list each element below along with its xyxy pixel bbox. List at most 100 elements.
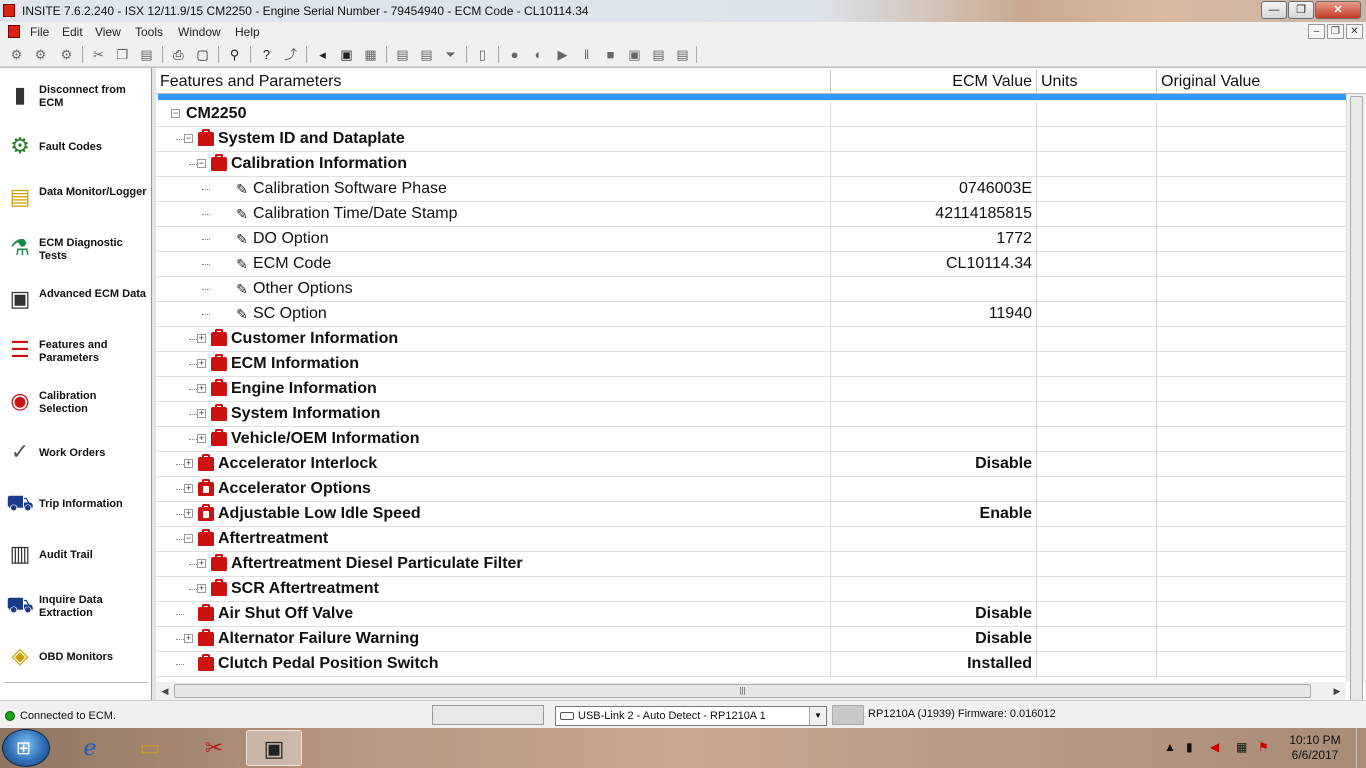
- ecm-value-cell[interactable]: [831, 127, 1037, 152]
- chevron-down-icon[interactable]: ▼: [809, 707, 826, 725]
- expand-icon[interactable]: +: [197, 584, 206, 593]
- sidebar-item-work-orders[interactable]: ✓ Work Orders: [0, 433, 150, 477]
- ecm-value-cell[interactable]: [831, 577, 1037, 602]
- print-icon[interactable]: ⎙: [170, 46, 187, 63]
- network-icon[interactable]: ▦: [1236, 740, 1247, 754]
- table-row[interactable]: + Aftertreatment Diesel Particulate Filte…: [156, 552, 1346, 577]
- ecm-value-cell[interactable]: 0746003E: [831, 177, 1037, 202]
- adapter-select[interactable]: USB-Link 2 - Auto Detect - RP1210A 1 ▼: [555, 706, 827, 726]
- ecm-value-cell[interactable]: Installed: [831, 652, 1037, 677]
- vertical-scroll-thumb[interactable]: [1350, 96, 1363, 706]
- table-row[interactable]: + SCR Aftertreatment: [156, 577, 1346, 602]
- save-to-ecm-icon[interactable]: ▣: [338, 46, 355, 63]
- document-icon[interactable]: [8, 25, 20, 38]
- snapshot-icon[interactable]: ◐: [530, 46, 547, 63]
- insite-icon[interactable]: ▣: [246, 730, 302, 766]
- show-desktop-button[interactable]: [1356, 728, 1366, 768]
- image-icon[interactable]: ▦: [362, 46, 379, 63]
- ecm-value-cell[interactable]: [831, 427, 1037, 452]
- collapse-icon[interactable]: −: [171, 109, 180, 118]
- ecm-value-cell[interactable]: Disable: [831, 602, 1037, 627]
- column-header-original-value[interactable]: Original Value: [1157, 70, 1346, 94]
- ecm-value-cell[interactable]: [831, 102, 1037, 127]
- ecm-value-cell[interactable]: Disable: [831, 627, 1037, 652]
- expand-icon[interactable]: +: [184, 634, 193, 643]
- new-document-icon[interactable]: ▯: [474, 46, 491, 63]
- disconnect-tool-icon[interactable]: ⚙: [58, 46, 75, 63]
- ecm-value-cell[interactable]: [831, 152, 1037, 177]
- action-center-icon[interactable]: ⚑: [1258, 740, 1269, 754]
- table-row[interactable]: − System ID and Dataplate: [156, 127, 1346, 152]
- minimize-button[interactable]: —: [1261, 1, 1287, 19]
- scroll-right-icon[interactable]: ▶: [1330, 684, 1344, 698]
- expand-icon[interactable]: +: [184, 459, 193, 468]
- table-row[interactable]: + Customer Information: [156, 327, 1346, 352]
- internet-explorer-icon[interactable]: ℯ: [62, 730, 118, 766]
- horizontal-scrollbar[interactable]: ◀ ||| ▶: [156, 682, 1346, 700]
- ecm-value-cell[interactable]: [831, 277, 1037, 302]
- horizontal-scroll-thumb[interactable]: |||: [174, 684, 1311, 698]
- ecm-value-cell[interactable]: [831, 477, 1037, 502]
- sidebar-item-audit-trail[interactable]: ▥ Audit Trail: [0, 535, 150, 579]
- table-row[interactable]: ✎ DO Option 1772: [156, 227, 1346, 252]
- collapse-icon[interactable]: −: [197, 159, 206, 168]
- sidebar-item-fault-codes[interactable]: ⚙ Fault Codes: [0, 127, 150, 171]
- column-header-features[interactable]: Features and Parameters: [156, 70, 831, 94]
- record-data-icon[interactable]: ▣: [626, 46, 643, 63]
- mdi-restore-button[interactable]: ❐: [1327, 24, 1344, 39]
- collapse-icon[interactable]: −: [184, 534, 193, 543]
- copy-icon[interactable]: ❐: [114, 46, 131, 63]
- menu-edit[interactable]: Edit: [62, 25, 83, 39]
- ecm-value-cell[interactable]: [831, 552, 1037, 577]
- column-header-units[interactable]: Units: [1037, 70, 1157, 94]
- context-help-icon[interactable]: ⤴: [282, 46, 299, 63]
- table-row[interactable]: − Calibration Information: [156, 152, 1346, 177]
- show-hidden-icons-icon[interactable]: ▲: [1164, 740, 1176, 754]
- cut-icon[interactable]: ✂: [90, 46, 107, 63]
- ecm-value-cell[interactable]: [831, 352, 1037, 377]
- table-row[interactable]: − Aftertreatment: [156, 527, 1346, 552]
- table-row[interactable]: − CM2250: [156, 102, 1346, 127]
- sidebar-item-features-parameters[interactable]: ☰ Features and Parameters: [0, 331, 150, 375]
- expand-icon[interactable]: +: [197, 559, 206, 568]
- expand-icon[interactable]: +: [197, 434, 206, 443]
- ecm-value-cell[interactable]: 1772: [831, 227, 1037, 252]
- table-row[interactable]: Clutch Pedal Position Switch Installed: [156, 652, 1346, 677]
- ecm-value-cell[interactable]: 42114185815: [831, 202, 1037, 227]
- connect-icon[interactable]: ⚙: [8, 46, 25, 63]
- start-button[interactable]: ⊞: [2, 729, 50, 767]
- play-icon[interactable]: ▶: [554, 46, 571, 63]
- paste-icon[interactable]: ▤: [138, 46, 155, 63]
- scroll-left-icon[interactable]: ◀: [158, 684, 172, 698]
- pause-icon[interactable]: ‖: [578, 46, 595, 63]
- sidebar-item-diagnostic-tests[interactable]: ⚗ ECM Diagnostic Tests: [0, 229, 150, 273]
- expand-icon[interactable]: +: [197, 334, 206, 343]
- simulator-icon[interactable]: ⚙: [32, 46, 49, 63]
- maximize-button[interactable]: ❐: [1288, 1, 1314, 19]
- table-row[interactable]: + ECM Information: [156, 352, 1346, 377]
- ecm-value-cell[interactable]: Enable: [831, 502, 1037, 527]
- table-row[interactable]: ✎ ECM Code CL10114.34: [156, 252, 1346, 277]
- notes-icon[interactable]: ▤: [674, 46, 691, 63]
- ecm-value-cell[interactable]: CL10114.34: [831, 252, 1037, 277]
- menu-window[interactable]: Window: [178, 25, 221, 39]
- table-row[interactable]: + Accelerator Interlock Disable: [156, 452, 1346, 477]
- column-header-ecm-value[interactable]: ECM Value: [831, 70, 1037, 94]
- export-icon[interactable]: ▤: [394, 46, 411, 63]
- menu-file[interactable]: File: [30, 25, 49, 39]
- expand-icon[interactable]: +: [184, 509, 193, 518]
- sidebar-item-disconnect[interactable]: ▮ Disconnect from ECM: [0, 76, 150, 120]
- vertical-scrollbar[interactable]: [1346, 94, 1366, 706]
- ecm-value-cell[interactable]: 11940: [831, 302, 1037, 327]
- sidebar-item-data-monitor[interactable]: ▤ Data Monitor/Logger: [0, 178, 150, 222]
- import-icon[interactable]: ▤: [418, 46, 435, 63]
- find-binoculars-icon[interactable]: ⚲: [226, 46, 243, 63]
- expand-icon[interactable]: +: [197, 359, 206, 368]
- menu-view[interactable]: View: [95, 25, 121, 39]
- table-row[interactable]: ✎ SC Option 11940: [156, 302, 1346, 327]
- sidebar-item-obd-monitors[interactable]: ◈ OBD Monitors: [0, 637, 150, 681]
- report-icon[interactable]: ▤: [650, 46, 667, 63]
- table-row[interactable]: + System Information: [156, 402, 1346, 427]
- table-row[interactable]: ✎ Other Options: [156, 277, 1346, 302]
- menu-help[interactable]: Help: [235, 25, 260, 39]
